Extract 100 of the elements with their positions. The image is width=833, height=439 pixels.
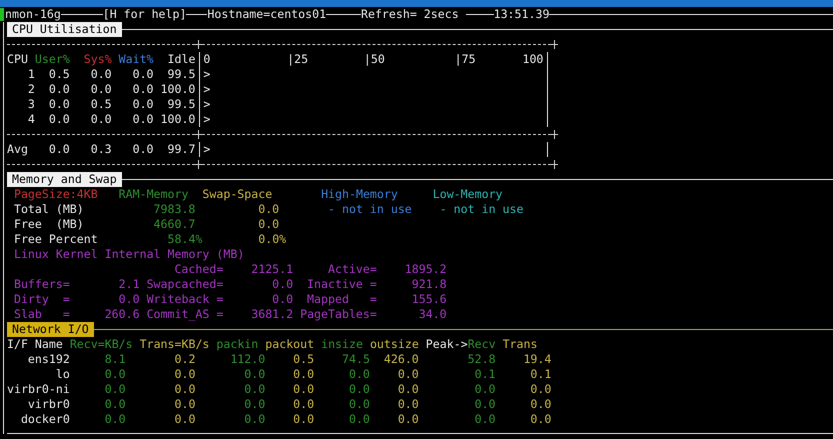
column-header: Swap-Space (202, 187, 274, 202)
table-cell-text: 0.5 (292, 352, 314, 367)
table-cell-text: 0.0 (104, 367, 126, 382)
column-header: CPU (7, 52, 29, 67)
table-cell-text: 112.0 (229, 352, 266, 367)
table-cell-text: 921.8 (410, 277, 447, 292)
row-label: virbr0-ni (7, 382, 70, 397)
program-name: nmon-16g (5, 7, 61, 22)
table-cell-text: 99.5 (166, 97, 196, 112)
table-cell-text: 0.0 (90, 67, 112, 82)
table-cell-text: 8.1 (104, 352, 126, 367)
table-cell-text: 3681.2 (250, 307, 294, 322)
column-header: Recv=KB/s (70, 337, 133, 352)
column-header: I/F Name (7, 337, 63, 352)
table-cell-text: 0.0 (396, 382, 419, 397)
table-cell-text: 0.0 (48, 112, 70, 127)
row-label: PageTables= (300, 307, 377, 322)
table-cell-text: 52.8 (466, 352, 496, 367)
table-cell-text: 0.0 (104, 412, 126, 427)
table-cell-text: 0.0 (474, 412, 496, 427)
table-cell-text: 0.0 (90, 82, 112, 97)
table-cell-text: 2125.1 (250, 262, 294, 277)
row-label: ens192 (26, 352, 70, 367)
table-cell-text: 0.0 (173, 397, 196, 412)
column-header: Wait% (118, 52, 154, 67)
usage-bar: > (198, 142, 548, 157)
table-cell-text: 1 (26, 67, 35, 82)
column-header: outsize (370, 337, 419, 352)
clock-time: 13:51.39 (494, 7, 550, 22)
table-cell-text: 0.0 (243, 367, 266, 382)
table-cell-text: 0.0 (348, 412, 370, 427)
table-cell-text: 0.0% (257, 232, 286, 247)
table-cell-text: 0.0 (292, 367, 314, 382)
column-header: Idle (166, 52, 196, 67)
table-cell-text: 0.0 (292, 397, 314, 412)
row-label: Inactive = (306, 277, 377, 292)
table-cell-text: Avg (7, 142, 29, 157)
row-label: Dirty = (14, 292, 70, 307)
table-cell-text: 0.0 (529, 412, 552, 427)
section-title: CPU Utilisation (7, 22, 122, 37)
column-header: Trans=KB/s (140, 337, 210, 352)
table-cell-text: - not in use (440, 202, 524, 217)
table-cell-text: 0.0 (243, 382, 266, 397)
row-label: Writeback = (146, 292, 224, 307)
column-header: Peak-> (426, 337, 468, 352)
table-cell-text: 99.7 (166, 142, 196, 157)
table-cell-text: 0.0 (257, 217, 280, 232)
table-cell-text: 2 (26, 82, 35, 97)
scale-label: 0 (203, 52, 212, 67)
row-label: Slab = (14, 307, 70, 322)
column-header: Trans (502, 337, 538, 352)
scale-label: |25 (287, 52, 310, 67)
table-cell-text: 19.4 (522, 352, 552, 367)
help-hint: [H for help] (102, 7, 186, 22)
scale-label: |75 (454, 52, 476, 67)
scale-label: |50 (364, 52, 386, 67)
table-cell-text: 155.6 (410, 292, 447, 307)
table-cell-text: 4660.7 (152, 217, 196, 232)
column-header: User% (34, 52, 70, 67)
hostname-label: Hostname=centos01 (207, 7, 326, 22)
table-cell-text: 0.0 (118, 292, 140, 307)
table-cell-text: 0.0 (132, 67, 154, 82)
usage-bar: > (198, 112, 548, 127)
table-cell-text: 0.0 (132, 82, 154, 97)
refresh-label: Refresh= 2secs (360, 7, 459, 22)
column-header: packout (265, 337, 314, 352)
row-label: Swapcached= (146, 277, 224, 292)
usage-bar: > (198, 97, 548, 112)
row-label: Active= (326, 262, 377, 277)
table-cell-text: 0.0 (132, 142, 154, 157)
text-cursor (0, 8, 4, 21)
table-cell-text: 0.0 (104, 382, 126, 397)
table-cell-text: 0.0 (292, 412, 314, 427)
table-cell-text: 0.0 (48, 82, 70, 97)
table-cell-text: 58.4% (166, 232, 202, 247)
table-cell-text: 0.0 (292, 382, 314, 397)
table-cell-text: 0.1 (529, 367, 552, 382)
table-cell-text: 0.0 (348, 367, 370, 382)
row-label: Free Percent (14, 232, 99, 247)
table-cell-text: 0.5 (90, 97, 112, 112)
row-label: Free (MB) (14, 217, 85, 232)
column-header: Low-Memory (432, 187, 504, 202)
row-label: Buffers= (14, 277, 70, 292)
table-cell-text: 0.0 (132, 112, 154, 127)
table-cell-text: 0.0 (396, 397, 419, 412)
table-cell-text: 0.0 (48, 142, 70, 157)
row-label: Total (MB) (14, 202, 85, 217)
table-cell-text: 0.0 (90, 112, 112, 127)
row-label: Mapped = (306, 292, 377, 307)
table-cell-text: 0.0 (474, 397, 496, 412)
table-cell-text: 0.0 (529, 397, 552, 412)
column-header: RAM-Memory (118, 187, 190, 202)
column-header: PageSize:4KB (14, 187, 99, 202)
table-cell-text: 2.1 (118, 277, 140, 292)
table-cell-text: 100.0 (160, 82, 196, 97)
table-cell-text: 0.0 (173, 382, 196, 397)
table-cell-text: 0.0 (271, 277, 294, 292)
table-cell-text: 0.0 (257, 202, 280, 217)
table-cell-text: 0.0 (243, 397, 266, 412)
table-cell-text: 0.0 (474, 382, 496, 397)
